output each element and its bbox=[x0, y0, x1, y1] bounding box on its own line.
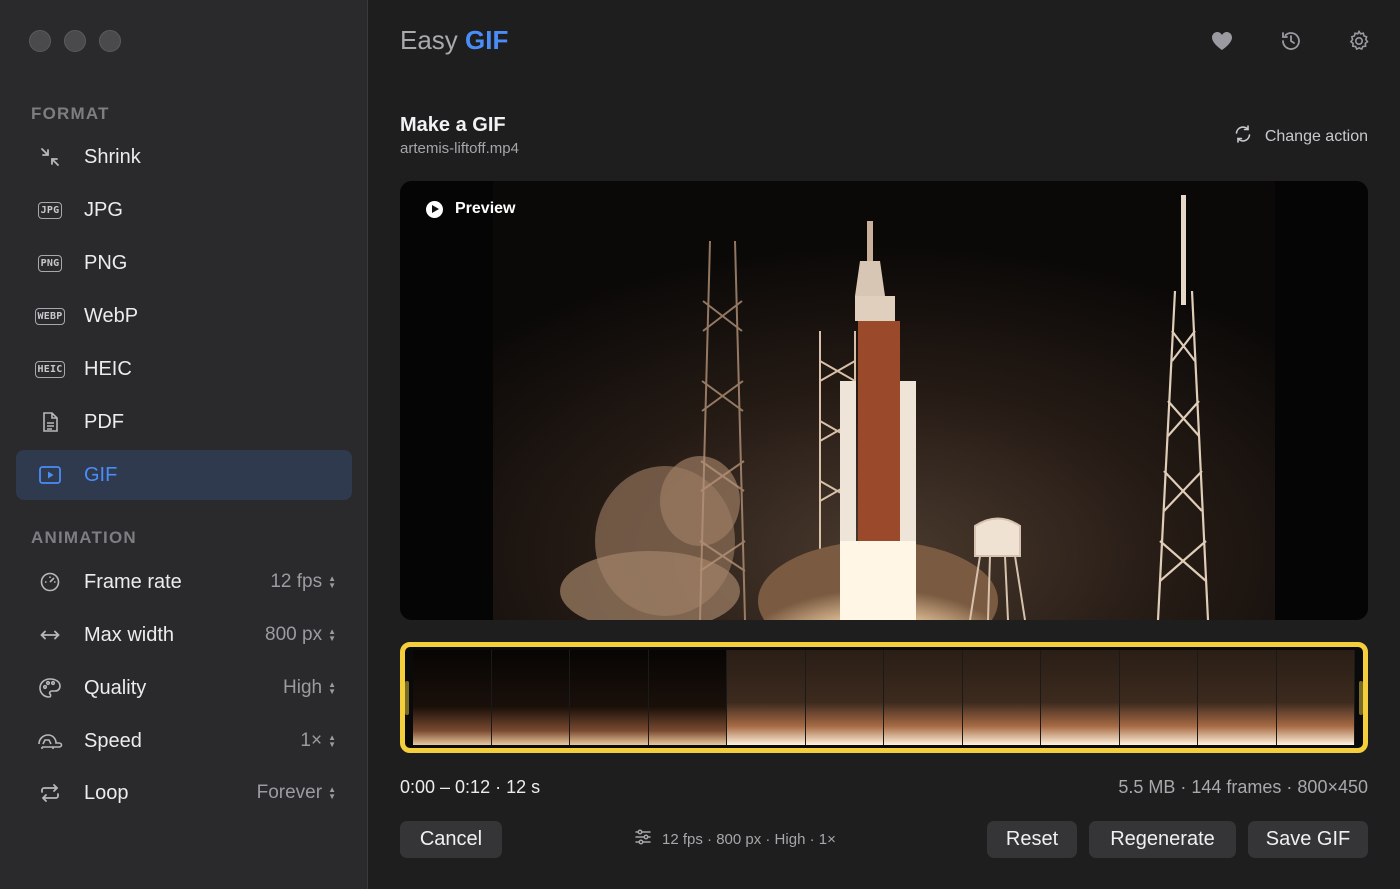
webp-badge-icon: WEBP bbox=[32, 303, 68, 329]
output-stats: 5.5 MB · 144 frames · 800×450 bbox=[1118, 777, 1368, 797]
timeline-frame bbox=[805, 650, 884, 745]
refresh-icon bbox=[1233, 124, 1253, 149]
png-badge-icon: PNG bbox=[32, 250, 68, 276]
chevron-updown-icon: ▲ ▼ bbox=[328, 574, 336, 590]
timeline-frame bbox=[962, 650, 1041, 745]
timeline-frame bbox=[1198, 650, 1277, 745]
document-icon bbox=[32, 409, 68, 435]
preview-image bbox=[400, 181, 1368, 620]
repeat-icon bbox=[32, 780, 68, 806]
minimize-window-button[interactable] bbox=[64, 30, 86, 52]
file-name: artemis-liftoff.mp4 bbox=[400, 140, 519, 157]
timeline-frame bbox=[1119, 650, 1198, 745]
sidebar-item-jpg[interactable]: JPG JPG bbox=[16, 185, 352, 235]
sidebar-item-gif[interactable]: GIF bbox=[16, 450, 352, 500]
trim-start-handle[interactable] bbox=[405, 681, 409, 715]
timeline-frame bbox=[1041, 650, 1120, 745]
change-action-label: Change action bbox=[1264, 127, 1368, 145]
quality-select[interactable]: High ▲ ▼ bbox=[283, 677, 336, 699]
loop-select[interactable]: Forever ▲ ▼ bbox=[257, 782, 336, 804]
animation-section-title: ANIMATION bbox=[31, 528, 137, 547]
change-action-button[interactable]: Change action bbox=[1233, 124, 1368, 149]
sidebar-item-label: PNG bbox=[84, 251, 128, 274]
app-title: Easy GIF bbox=[400, 25, 509, 55]
reset-button[interactable]: Reset bbox=[987, 821, 1077, 858]
jpg-badge-icon: JPG bbox=[32, 197, 68, 223]
zoom-window-button[interactable] bbox=[99, 30, 121, 52]
sidebar-item-label: Shrink bbox=[84, 145, 141, 168]
setting-label: Speed bbox=[84, 729, 142, 752]
frame-strip bbox=[413, 650, 1355, 745]
tortoise-icon bbox=[32, 728, 68, 754]
sidebar-item-label: WebP bbox=[84, 304, 139, 327]
setting-frame-rate[interactable]: Frame rate 12 fps ▲ ▼ bbox=[16, 557, 352, 607]
horizontal-arrows-icon bbox=[32, 622, 68, 648]
sidebar-item-pdf[interactable]: PDF bbox=[16, 397, 352, 447]
sidebar-item-webp[interactable]: WEBP WebP bbox=[16, 291, 352, 341]
play-icon[interactable] bbox=[426, 200, 443, 218]
settings-summary: 12 fps · 800 px · High · 1× bbox=[634, 829, 836, 849]
setting-label: Quality bbox=[84, 676, 147, 699]
palette-icon bbox=[32, 675, 68, 701]
sidebar-item-png[interactable]: PNG PNG bbox=[16, 238, 352, 288]
sidebar: FORMAT Shrink JPG JPG PNG PNG WEBP WebP … bbox=[0, 0, 368, 889]
gauge-icon bbox=[32, 569, 68, 595]
cancel-button[interactable]: Cancel bbox=[400, 821, 502, 858]
shrink-icon bbox=[32, 144, 68, 170]
timeline-frame bbox=[648, 650, 727, 745]
chevron-updown-icon: ▲ ▼ bbox=[328, 785, 336, 801]
setting-quality[interactable]: Quality High ▲ ▼ bbox=[16, 663, 352, 713]
timeline-frame bbox=[413, 650, 492, 745]
timeline-frame bbox=[491, 650, 570, 745]
format-section-title: FORMAT bbox=[31, 104, 110, 123]
sidebar-item-label: PDF bbox=[84, 410, 124, 433]
save-gif-button[interactable]: Save GIF bbox=[1248, 821, 1368, 858]
setting-label: Max width bbox=[84, 623, 175, 646]
regenerate-button[interactable]: Regenerate bbox=[1089, 821, 1236, 858]
gear-icon[interactable] bbox=[1347, 29, 1371, 53]
sidebar-item-heic[interactable]: HEIC HEIC bbox=[16, 344, 352, 394]
setting-loop[interactable]: Loop Forever ▲ ▼ bbox=[16, 768, 352, 818]
window-controls bbox=[29, 30, 121, 52]
sidebar-item-shrink[interactable]: Shrink bbox=[16, 132, 352, 182]
frame-rate-select[interactable]: 12 fps ▲ ▼ bbox=[270, 571, 336, 593]
setting-label: Loop bbox=[84, 781, 129, 804]
sidebar-item-label: HEIC bbox=[84, 357, 132, 380]
history-icon[interactable] bbox=[1279, 29, 1303, 53]
trim-range: 0:00 – 0:12 · 12 s bbox=[400, 777, 541, 797]
timeline-frame bbox=[884, 650, 963, 745]
play-square-icon bbox=[32, 462, 68, 488]
setting-label: Frame rate bbox=[84, 570, 182, 593]
timeline-frame bbox=[570, 650, 649, 745]
heart-icon[interactable] bbox=[1210, 29, 1234, 53]
setting-speed[interactable]: Speed 1× ▲ ▼ bbox=[16, 716, 352, 766]
timeline-frame bbox=[727, 650, 806, 745]
chevron-updown-icon: ▲ ▼ bbox=[328, 733, 336, 749]
setting-max-width[interactable]: Max width 800 px ▲ ▼ bbox=[16, 610, 352, 660]
heic-badge-icon: HEIC bbox=[32, 356, 68, 382]
speed-select[interactable]: 1× ▲ ▼ bbox=[300, 730, 336, 752]
sidebar-item-label: JPG bbox=[84, 198, 123, 221]
sliders-icon bbox=[634, 829, 652, 849]
chevron-updown-icon: ▲ ▼ bbox=[328, 680, 336, 696]
page-title: Make a GIF bbox=[400, 114, 506, 136]
chevron-updown-icon: ▲ ▼ bbox=[328, 627, 336, 643]
preview-label: Preview bbox=[426, 200, 515, 218]
max-width-select[interactable]: 800 px ▲ ▼ bbox=[265, 624, 336, 646]
timeline-frame bbox=[1276, 650, 1355, 745]
sidebar-item-label: GIF bbox=[84, 463, 118, 486]
trim-end-handle[interactable] bbox=[1359, 681, 1363, 715]
trim-timeline[interactable] bbox=[400, 642, 1368, 753]
gif-preview[interactable]: Preview bbox=[400, 181, 1368, 620]
close-window-button[interactable] bbox=[29, 30, 51, 52]
